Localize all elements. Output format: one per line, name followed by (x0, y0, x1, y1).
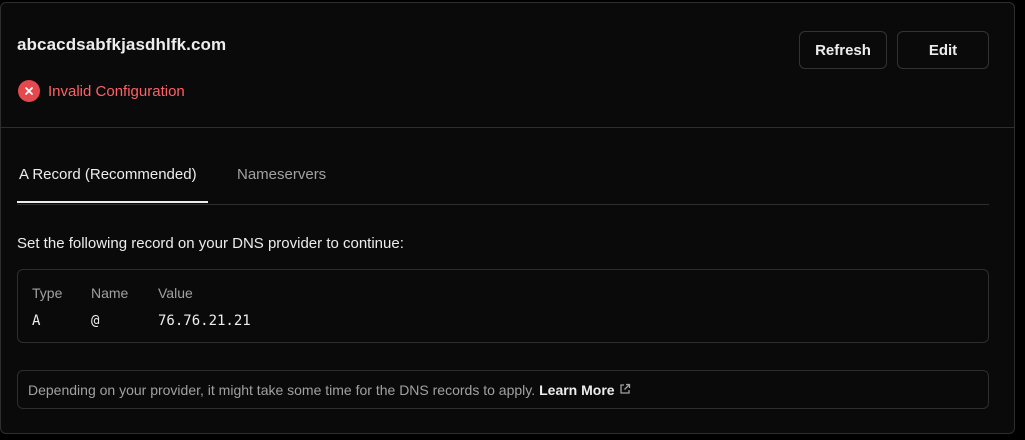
dns-record-table: Type Name Value A @ 76.76.21.21 (17, 269, 989, 343)
status-text: Invalid Configuration (48, 82, 185, 100)
record-name-value: @ (91, 313, 100, 329)
column-header-type: Type (32, 285, 63, 301)
learn-more-label: Learn More (539, 381, 615, 398)
edit-button[interactable]: Edit (897, 31, 989, 69)
x-circle-icon (18, 80, 40, 102)
record-value: 76.76.21.21 (158, 313, 251, 329)
status-indicator: Invalid Configuration (18, 80, 185, 102)
propagation-note: Depending on your provider, it might tak… (17, 370, 989, 409)
record-type-value: A (32, 313, 41, 329)
domain-name: abcacdsabfkjasdhlfk.com (17, 35, 227, 54)
record-tabs: A Record (Recommended) Nameservers (17, 153, 989, 205)
column-header-value: Value (158, 285, 193, 301)
domain-card: abcacdsabfkjasdhlfk.com Invalid Configur… (0, 2, 1015, 434)
tab-a-record[interactable]: A Record (Recommended) (19, 166, 197, 183)
note-text: Depending on your provider, it might tak… (28, 381, 536, 398)
refresh-button[interactable]: Refresh (799, 31, 887, 69)
external-link-icon (619, 382, 631, 398)
instruction-text: Set the following record on your DNS pro… (17, 235, 404, 252)
learn-more-link[interactable]: Learn More (539, 382, 630, 398)
active-tab-indicator (17, 201, 208, 203)
column-header-name: Name (91, 285, 129, 301)
divider (1, 127, 1014, 128)
tab-nameservers[interactable]: Nameservers (237, 166, 326, 183)
